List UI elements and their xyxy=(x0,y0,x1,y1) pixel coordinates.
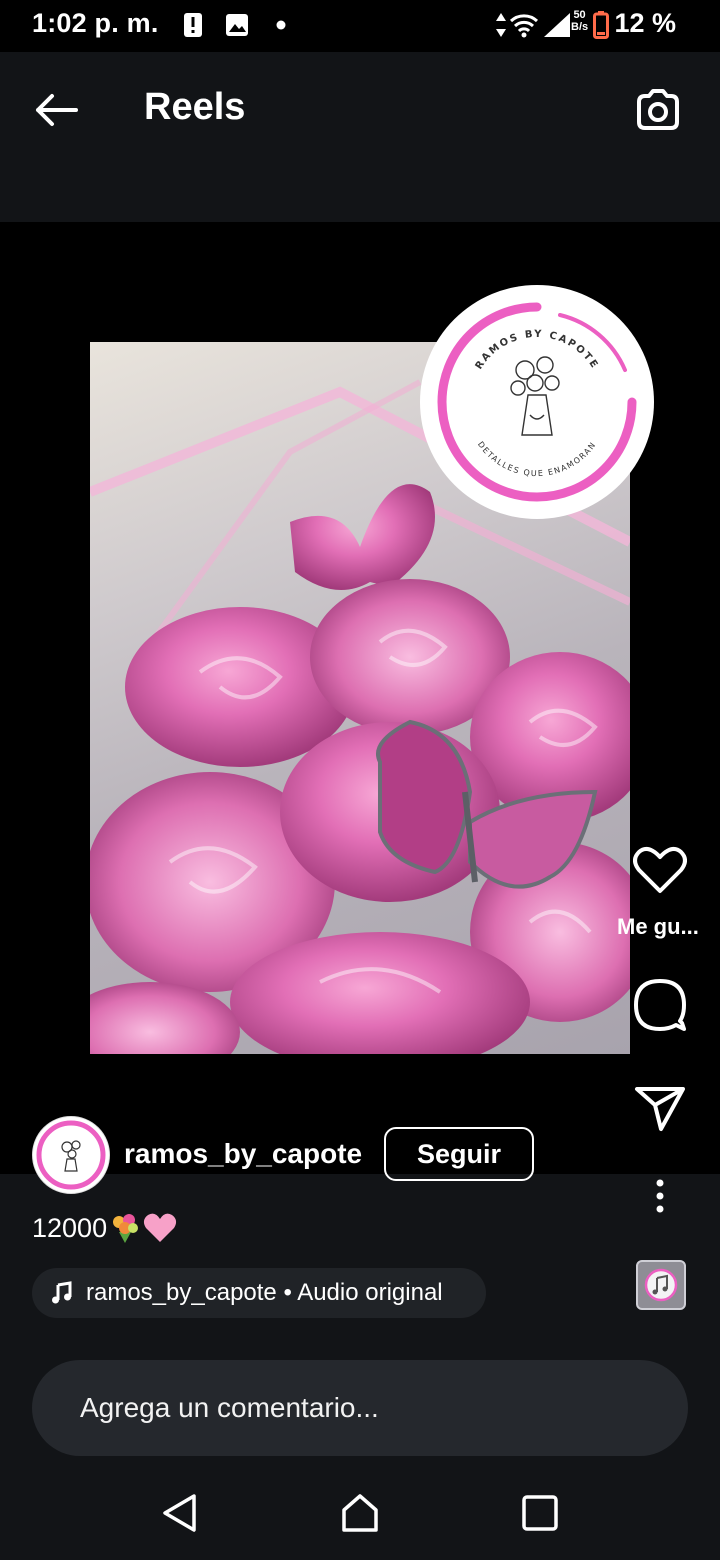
image-notification-icon xyxy=(224,10,250,40)
more-options-button[interactable] xyxy=(640,1176,680,1216)
share-action[interactable] xyxy=(620,1083,700,1133)
bouquet-emoji-icon xyxy=(113,1214,139,1243)
pink-heart-emoji-icon xyxy=(144,1213,177,1242)
audio-thumbnail[interactable] xyxy=(636,1260,686,1310)
like-action[interactable] xyxy=(620,845,700,895)
page-title: Reels xyxy=(144,86,246,128)
back-button[interactable] xyxy=(28,84,84,136)
net-speed: 50 B/s xyxy=(571,9,589,33)
nav-back-button[interactable] xyxy=(154,1490,204,1536)
comment-placeholder: Agrega un comentario... xyxy=(80,1392,379,1423)
arrow-left-icon xyxy=(36,94,78,126)
camera-icon xyxy=(637,89,679,130)
brand-avatar-icon xyxy=(36,1120,106,1190)
home-icon xyxy=(342,1494,378,1532)
data-transfer-icon xyxy=(494,10,508,40)
triangle-back-icon xyxy=(163,1494,196,1532)
square-recents-icon xyxy=(522,1495,558,1531)
camera-button[interactable] xyxy=(630,84,684,136)
comment-input[interactable]: Agrega un comentario... xyxy=(32,1360,688,1456)
wifi-icon xyxy=(508,10,540,40)
music-note-icon xyxy=(52,1281,72,1304)
logo-text-bottom: DETALLES QUE ENAMORAN xyxy=(476,440,597,478)
reel-video[interactable]: RAMOS BY CAPOTE DETALLES QUE ENAMORAN xyxy=(0,222,720,1174)
author-avatar[interactable] xyxy=(32,1116,110,1194)
paper-plane-icon xyxy=(635,1087,685,1131)
signal-icon xyxy=(542,10,572,40)
follow-button[interactable]: Seguir xyxy=(384,1127,534,1181)
battery-percent: 12 % xyxy=(614,8,676,38)
heart-icon xyxy=(633,846,687,893)
author-username[interactable]: ramos_by_capote xyxy=(124,1138,362,1170)
nav-home-button[interactable] xyxy=(335,1490,385,1536)
status-time: 1:02 p. m. xyxy=(32,8,159,38)
caption-text: 12000 xyxy=(32,1212,108,1243)
nav-recents-button[interactable] xyxy=(515,1490,565,1536)
battery-icon xyxy=(592,10,610,40)
comment-action[interactable] xyxy=(620,977,700,1033)
like-label: Me gu... xyxy=(617,914,699,939)
audio-pill[interactable]: ramos_by_capote • Audio original xyxy=(32,1268,486,1318)
brand-logo-overlay: RAMOS BY CAPOTE DETALLES QUE ENAMORAN xyxy=(420,285,654,519)
music-album-icon xyxy=(644,1268,678,1302)
comment-bubble-icon xyxy=(634,979,686,1031)
more-vertical-icon xyxy=(656,1179,664,1213)
header xyxy=(0,52,720,222)
svg-text:DETALLES QUE ENAMORAN: DETALLES QUE ENAMORAN xyxy=(476,440,598,478)
caption: 12000 xyxy=(32,1212,177,1244)
bouquet-sketch-icon xyxy=(510,356,560,436)
alert-notification-icon xyxy=(182,10,204,40)
audio-label: ramos_by_capote • Audio original xyxy=(86,1279,443,1306)
dot-notification-icon xyxy=(274,10,288,40)
